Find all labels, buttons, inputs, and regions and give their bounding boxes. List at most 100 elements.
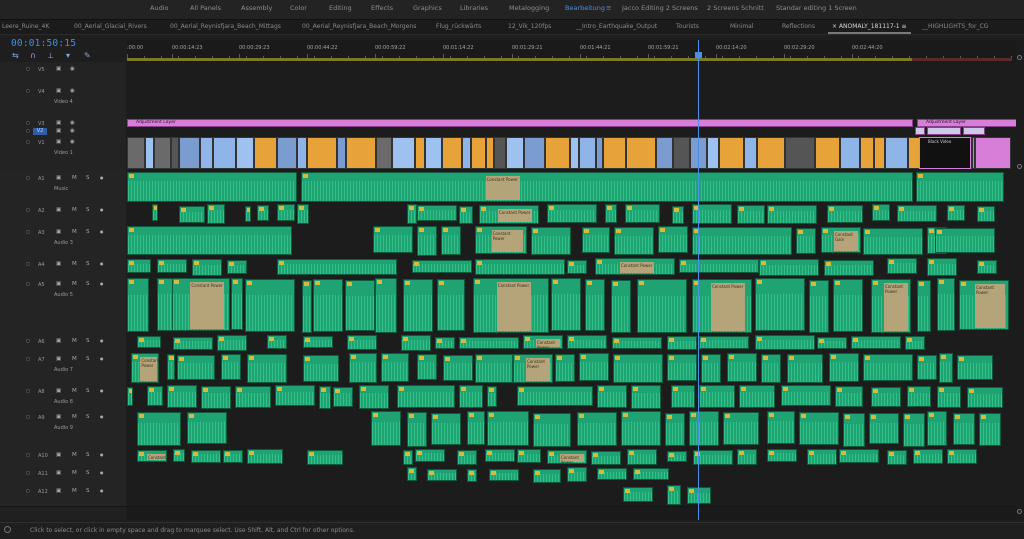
audio-clip[interactable] [431, 413, 461, 445]
mute-button[interactable]: M [72, 356, 77, 362]
audio-clip[interactable] [839, 449, 879, 463]
audio-clip[interactable] [191, 450, 221, 463]
mute-button[interactable]: M [72, 261, 77, 267]
video-clip[interactable] [145, 137, 154, 169]
audio-clip[interactable] [555, 354, 575, 382]
audio-clip[interactable] [699, 385, 735, 408]
audio-clip[interactable] [457, 450, 477, 465]
audio-clip[interactable] [167, 354, 175, 380]
video-clip[interactable] [471, 137, 486, 169]
video-clip[interactable] [236, 137, 254, 169]
audio-clip[interactable] [625, 204, 660, 223]
film-icon[interactable]: ▣ [56, 88, 61, 94]
audio-clip[interactable] [667, 485, 681, 505]
timeline-tracks[interactable]: Adjustment Layer Adjustment Layer Black Vi… [127, 62, 1017, 520]
audio-clip[interactable] [333, 387, 353, 407]
audio-clip[interactable] [359, 385, 389, 409]
audio-clip[interactable] [307, 450, 343, 465]
playhead-timecode[interactable]: 00:01:50:15 [11, 38, 76, 49]
workspace-tab[interactable]: Color [290, 4, 307, 12]
linked-selection-icon[interactable]: ⟂ [48, 51, 53, 61]
lock-icon[interactable]: ▢ [26, 175, 30, 180]
video-clip[interactable] [154, 137, 171, 169]
sync-lock-icon[interactable]: ▣ [56, 207, 61, 213]
audio-clip[interactable] [547, 204, 597, 223]
audio-clip[interactable] [767, 411, 795, 444]
audio-clip[interactable] [913, 449, 943, 464]
adjustment-layer-clip[interactable] [963, 127, 985, 135]
workspace-tab[interactable]: Jacco Editing 2 Screens [622, 4, 698, 12]
scroll-handle-mid[interactable] [1017, 164, 1022, 169]
audio-clip[interactable] [817, 337, 847, 349]
mic-icon[interactable]: ● [100, 338, 104, 343]
audio-clip[interactable] [667, 336, 697, 350]
video-clip[interactable] [442, 137, 462, 169]
audio-clip[interactable] [487, 411, 529, 446]
mute-button[interactable]: M [72, 388, 77, 394]
audio-clip[interactable] [737, 449, 757, 465]
audio-clip[interactable] [167, 385, 197, 408]
adjustment-layer-clip[interactable] [927, 127, 961, 135]
video-clip[interactable] [346, 137, 376, 169]
adjustment-layer-clip[interactable] [915, 127, 925, 135]
audio-clip[interactable] [517, 449, 541, 463]
film-icon[interactable]: ▣ [56, 139, 61, 145]
audio-clip[interactable] [567, 335, 607, 349]
audio-clip[interactable]: Constant Power [172, 278, 230, 331]
audio-clip[interactable] [637, 279, 687, 333]
audio-clip[interactable] [585, 279, 605, 331]
audio-clip[interactable] [727, 353, 757, 382]
mic-icon[interactable]: ● [100, 452, 104, 457]
insert-sequence-icon[interactable]: ⇆ [12, 51, 19, 60]
settings-wrench-icon[interactable]: ✎ [84, 51, 91, 60]
audio-clip[interactable] [277, 259, 397, 275]
audio-clip[interactable] [577, 412, 617, 446]
film-icon[interactable]: ▣ [56, 66, 61, 72]
audio-clip[interactable] [633, 468, 669, 480]
audio-clip[interactable] [665, 413, 685, 446]
playhead-line[interactable] [698, 40, 699, 520]
video-clip[interactable] [486, 137, 494, 169]
video-clip[interactable] [719, 137, 744, 169]
audio-clip[interactable] [127, 172, 297, 202]
vertical-zoom-scrollbar[interactable] [1016, 40, 1024, 520]
audio-clip[interactable]: Constant Power [959, 280, 1009, 330]
audio-clip[interactable] [767, 449, 797, 462]
solo-button[interactable]: S [86, 338, 90, 344]
workspace-tab[interactable]: Libraries [460, 4, 488, 12]
audio-clip[interactable]: Constant Power [137, 450, 167, 462]
audio-clip[interactable] [692, 227, 792, 255]
video-clip[interactable] [626, 137, 656, 169]
audio-clip[interactable] [417, 226, 437, 256]
solo-button[interactable]: S [86, 470, 90, 476]
audio-clip[interactable] [701, 354, 721, 383]
solo-button[interactable]: S [86, 414, 90, 420]
audio-clip[interactable] [173, 337, 213, 350]
audio-clip[interactable] [671, 385, 695, 408]
sequence-tab[interactable]: × ANOMALY_181117-1 ≡ [828, 23, 911, 34]
audio-clip[interactable] [217, 335, 247, 351]
audio-clip[interactable] [957, 355, 993, 380]
audio-clip[interactable] [843, 413, 865, 447]
mic-icon[interactable]: ● [100, 229, 104, 234]
mic-icon[interactable]: ● [100, 488, 104, 493]
audio-clip[interactable] [927, 258, 957, 276]
audio-clip[interactable] [907, 386, 931, 407]
audio-clip[interactable] [967, 387, 1003, 408]
audio-clip[interactable] [977, 260, 997, 274]
audio-clip[interactable] [435, 337, 455, 349]
audio-clip[interactable] [235, 386, 271, 408]
audio-clip[interactable]: Constant Gain [821, 227, 861, 253]
workspace-tab[interactable]: Audio [150, 4, 168, 12]
work-area-bar[interactable] [127, 58, 912, 61]
audio-clip[interactable] [799, 412, 839, 445]
audio-clip[interactable] [349, 353, 377, 383]
audio-clip[interactable] [667, 354, 697, 381]
audio-clip[interactable] [467, 411, 485, 445]
transition-constant_power[interactable]: Constant Power [190, 282, 225, 329]
video-clip[interactable] [494, 137, 506, 169]
audio-clip[interactable] [977, 206, 995, 222]
sync-lock-icon[interactable]: ▣ [56, 388, 61, 394]
video-clip[interactable] [874, 137, 885, 169]
audio-clip[interactable] [397, 385, 455, 408]
